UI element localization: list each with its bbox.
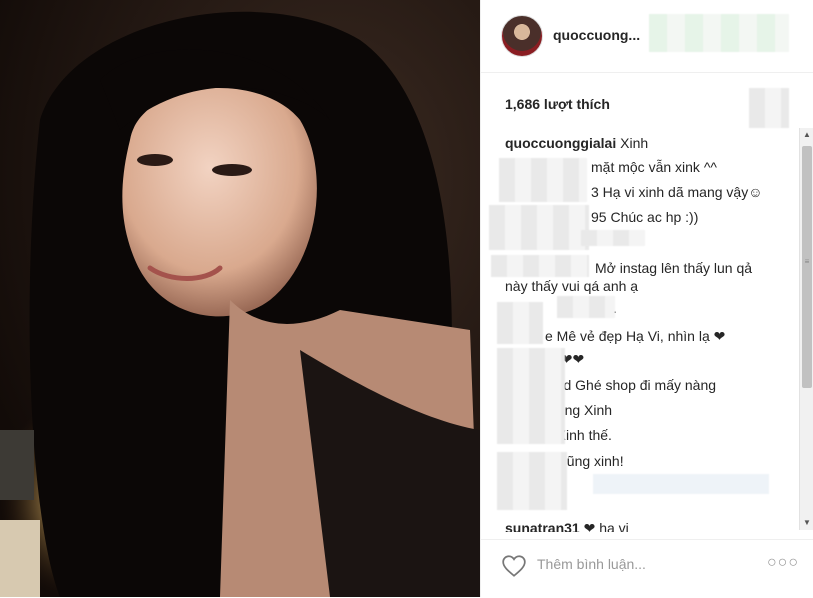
heart-icon[interactable] (501, 553, 527, 579)
blurred-text (581, 230, 645, 246)
selfie-image (0, 0, 480, 597)
blurred-usernames (497, 348, 565, 444)
comment-text: mặt mộc vẫn xink ^^ (591, 159, 717, 175)
comments-scrollbar[interactable]: ▲ ≡ ▼ (799, 128, 813, 530)
scroll-up-icon[interactable]: ▲ (800, 128, 813, 142)
comment-text: Mở instag lên thấy lun qả (595, 260, 753, 276)
blurred-usernames (497, 452, 567, 510)
more-options-icon[interactable]: ○○○ (767, 554, 799, 572)
blurred-username (491, 255, 589, 277)
comment-footer: Thêm bình luận... ○○○ (481, 539, 813, 598)
comment-text: e Mê vẻ đẹp Hạ Vi, nhìn lạ ❤ (545, 328, 726, 344)
blurred-follow-area (649, 14, 789, 52)
blurred-timestamp (749, 88, 789, 128)
comment-text: ❤ hạ vi (583, 520, 629, 532)
list-item: 95 Chúc ac hp :)) (591, 208, 698, 226)
author-username[interactable]: quoccuong... (553, 27, 640, 43)
blurred-username (497, 302, 543, 344)
comment-username[interactable]: sunatran31 (505, 520, 580, 532)
list-item: e Mê vẻ đẹp Hạ Vi, nhìn lạ ❤ (545, 327, 725, 345)
list-item: mặt mộc vẫn xink ^^ (591, 158, 717, 176)
comment-text: này thấy vui qá anh ạ (505, 278, 639, 294)
blurred-text (557, 296, 615, 318)
scrollbar-thumb[interactable]: ≡ (802, 146, 812, 388)
comment-text: Xinh (620, 135, 649, 151)
list-item: quoccuonggialai Xinh (505, 134, 648, 152)
blurred-text (593, 474, 769, 494)
blurred-usernames (499, 158, 587, 202)
comment-text: 95 Chúc ac hp :)) (591, 209, 699, 225)
list-item: sunatran31 ❤ hạ vi (505, 519, 629, 532)
blurred-usernames (489, 205, 589, 250)
avatar[interactable] (501, 15, 543, 57)
post-details-panel: quoccuong... 1,686 lượt thích quoccuongg… (480, 0, 813, 597)
comment-text: 3 Hạ vi xinh dã mang vậy☺ (591, 184, 763, 200)
grip-icon: ≡ (804, 257, 810, 266)
comment-username[interactable]: quoccuonggialai (505, 135, 616, 151)
post-photo (0, 0, 480, 597)
scroll-down-icon[interactable]: ▼ (800, 516, 813, 530)
post-header: quoccuong... (481, 0, 813, 73)
add-comment-input[interactable]: Thêm bình luận... (537, 556, 646, 572)
likes-count[interactable]: 1,686 lượt thích (505, 96, 610, 112)
list-item: 3 Hạ vi xinh dã mang vậy☺ (591, 183, 763, 201)
list-item: này thấy vui qá anh ạ (505, 277, 638, 295)
list-item: Mở instag lên thấy lun qả (595, 259, 752, 277)
